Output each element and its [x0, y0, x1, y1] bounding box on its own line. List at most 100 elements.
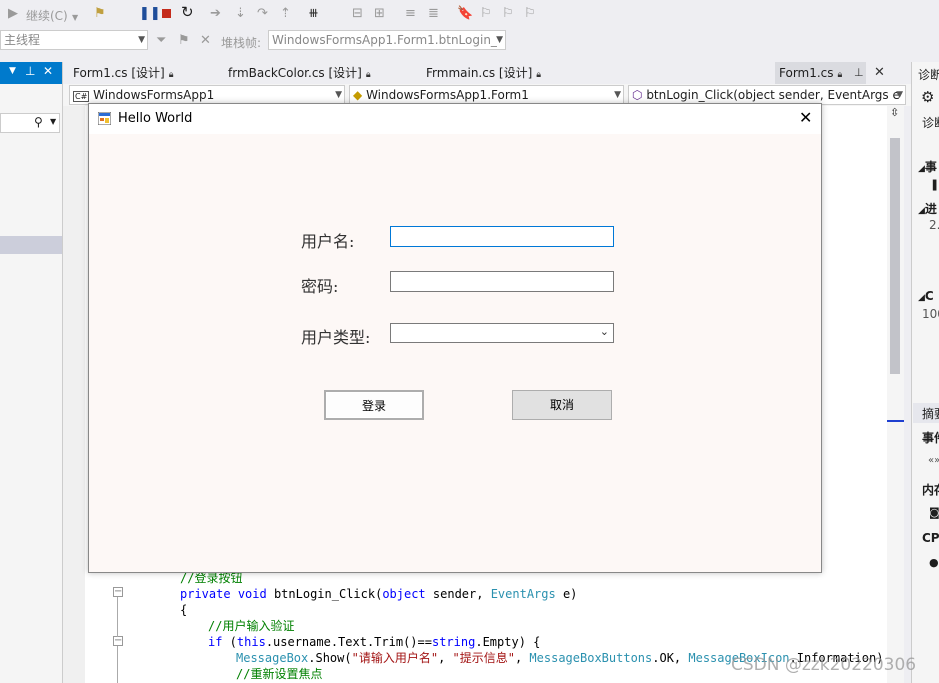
search-icon: ⚲: [34, 115, 43, 129]
step-out-icon[interactable]: ⇡: [280, 6, 291, 22]
continue-icon: ▶: [8, 6, 18, 21]
process-section[interactable]: ◢进: [918, 200, 937, 217]
thread-dropdown-value: 主线程: [4, 33, 41, 47]
thread-dropdown[interactable]: 主线程 ▼: [0, 30, 148, 50]
diagnostics-tab[interactable]: 诊断: [918, 66, 939, 83]
member-dropdown[interactable]: ⬡ btnLogin_Click(object sender, EventArg…: [628, 85, 906, 105]
scroll-marker: [887, 420, 904, 422]
step-over-icon[interactable]: ↷: [257, 6, 268, 22]
events-more-icon[interactable]: «»: [928, 455, 939, 466]
step-into-icon[interactable]: ⇣: [235, 6, 246, 22]
password-label: 密码:: [301, 277, 339, 296]
selected-tree-item[interactable]: [0, 236, 62, 254]
chevron-down-icon[interactable]: ▼: [72, 10, 78, 26]
close-icon[interactable]: ✕: [874, 65, 885, 80]
expand-icon[interactable]: ✕: [200, 33, 211, 49]
usertype-label: 用户类型:: [301, 328, 371, 347]
split-icon[interactable]: ⇳: [890, 106, 899, 119]
prev-bookmark-icon[interactable]: ⚐: [480, 6, 492, 22]
collapse-icon[interactable]: −: [113, 636, 123, 646]
attach-icon[interactable]: ⚑: [94, 6, 106, 22]
class-dropdown[interactable]: ◆ WindowsFormsApp1.Form1 ▼: [349, 85, 624, 105]
tab-form1-designer[interactable]: Form1.cs [设计] 🔒︎: [73, 62, 174, 84]
chevron-down-icon: ▼: [496, 35, 503, 45]
diagnostics-label: 诊断: [922, 116, 939, 130]
events-label: 事: [924, 160, 937, 174]
collapse-icon: ◢: [918, 293, 925, 303]
tab-form1-code[interactable]: Form1.cs 🔒︎: [775, 62, 867, 84]
search-input[interactable]: ⚲ ▼: [0, 113, 60, 133]
tab-label: Form1.cs [设计]: [73, 66, 165, 80]
stackframe-dropdown[interactable]: WindowsFormsApp1.Form1.btnLogin_ ▼: [268, 30, 506, 50]
events-header: 事件: [922, 431, 939, 445]
pin-icon[interactable]: ⊥: [25, 64, 35, 78]
events-section[interactable]: ◢事: [918, 158, 937, 175]
next-bookmark-icon[interactable]: ⚐: [502, 6, 514, 22]
code-token: "请输入用户名": [351, 651, 439, 665]
process-value: 2.: [929, 218, 939, 232]
continue-button[interactable]: 继续(C): [26, 7, 68, 24]
lock-icon: 🔒︎: [837, 70, 843, 80]
pin-icon[interactable]: ⊥: [854, 66, 864, 79]
code-token: .OK,: [652, 651, 689, 665]
record-icon[interactable]: ●: [929, 556, 939, 569]
code-token: .username.Text.Trim()==: [265, 635, 432, 649]
chevron-down-icon: ▼: [335, 90, 342, 100]
stack-icon[interactable]: ⊞: [374, 6, 385, 22]
close-icon[interactable]: ✕: [799, 108, 812, 127]
dialog-title-bar[interactable]: Hello World ✕: [89, 104, 821, 134]
code-token: ,: [514, 651, 530, 665]
chevron-down-icon[interactable]: ▼: [9, 66, 16, 76]
scrollbar-thumb[interactable]: [890, 138, 900, 374]
gear-icon[interactable]: ⚙: [921, 88, 934, 106]
tab-frmmain-designer[interactable]: Frmmain.cs [设计] 🔒︎: [426, 62, 541, 84]
flag-filter-icon[interactable]: ⚑: [178, 33, 190, 49]
pause-icon[interactable]: ❚❚: [139, 6, 161, 22]
hex-icon[interactable]: ⧻: [308, 6, 319, 22]
code-token: "提示信息": [452, 651, 515, 665]
project-dropdown[interactable]: C# WindowsFormsApp1 ▼: [69, 85, 345, 105]
code-token: ,: [438, 651, 453, 665]
restart-icon[interactable]: ↻: [181, 4, 194, 20]
clear-bookmarks-icon[interactable]: ⚐: [524, 6, 536, 22]
indent-icon[interactable]: ≡: [405, 6, 416, 22]
username-input[interactable]: [390, 226, 614, 247]
stackframe-label: 堆栈帧:: [221, 36, 262, 50]
code-token: (: [222, 635, 237, 649]
tab-label: Form1.cs: [779, 66, 834, 80]
csharp-icon: C#: [73, 91, 90, 102]
vertical-scrollbar[interactable]: ⇳: [887, 106, 904, 683]
watermark: CSDN @zzk20220306: [731, 655, 917, 675]
show-next-statement-icon[interactable]: ➔: [210, 6, 221, 22]
threads-icon[interactable]: ⊟: [352, 6, 363, 22]
chevron-down-icon: ▼: [50, 117, 57, 126]
bookmark-icon[interactable]: 🔖: [457, 6, 473, 22]
pause-icon[interactable]: ❚❚: [930, 178, 939, 191]
summary-tab[interactable]: 摘要: [922, 405, 939, 422]
lock-icon: 🔒︎: [365, 70, 371, 80]
solution-explorer-panel: ▼ ⊥ ✕ ⚲ ▼: [0, 62, 63, 683]
password-input[interactable]: [390, 271, 614, 292]
cpu-section[interactable]: ◢C: [918, 289, 934, 303]
cancel-button[interactable]: 取消: [512, 390, 612, 420]
location-toolbar: 主线程 ▼ ⏷ ⚑ ✕ 堆栈帧: WindowsFormsApp1.Form1.…: [0, 30, 939, 54]
filter-icon[interactable]: ⏷: [156, 33, 166, 49]
code-token: string: [431, 635, 476, 649]
stop-icon[interactable]: [162, 9, 171, 18]
code-token: .Empty) {: [475, 635, 541, 649]
camera-icon[interactable]: ◙: [929, 506, 939, 519]
code-token: .Show(: [308, 651, 352, 665]
close-icon[interactable]: ✕: [43, 64, 53, 78]
code-token: MessageBox: [236, 651, 309, 665]
tab-frmbackcolor-designer[interactable]: frmBackColor.cs [设计] 🔒︎: [228, 62, 371, 84]
code-token: object: [382, 587, 426, 601]
debug-toolbar: ▶ 继续(C) ▼ ⚑ ❚❚ ↻ ➔ ⇣ ↷ ⇡ ⧻ ⊟ ⊞ ≡ ≣ 🔖 ⚐ ⚐…: [0, 0, 939, 30]
dialog-title: Hello World: [118, 111, 193, 126]
code-token: MessageBoxButtons: [529, 651, 653, 665]
method-icon: ⬡: [632, 88, 643, 102]
login-button[interactable]: 登录: [324, 390, 424, 420]
outdent-icon[interactable]: ≣: [428, 6, 439, 22]
usertype-select[interactable]: ⌄: [390, 323, 614, 343]
code-token: void: [237, 587, 267, 601]
collapse-icon[interactable]: −: [113, 587, 123, 597]
